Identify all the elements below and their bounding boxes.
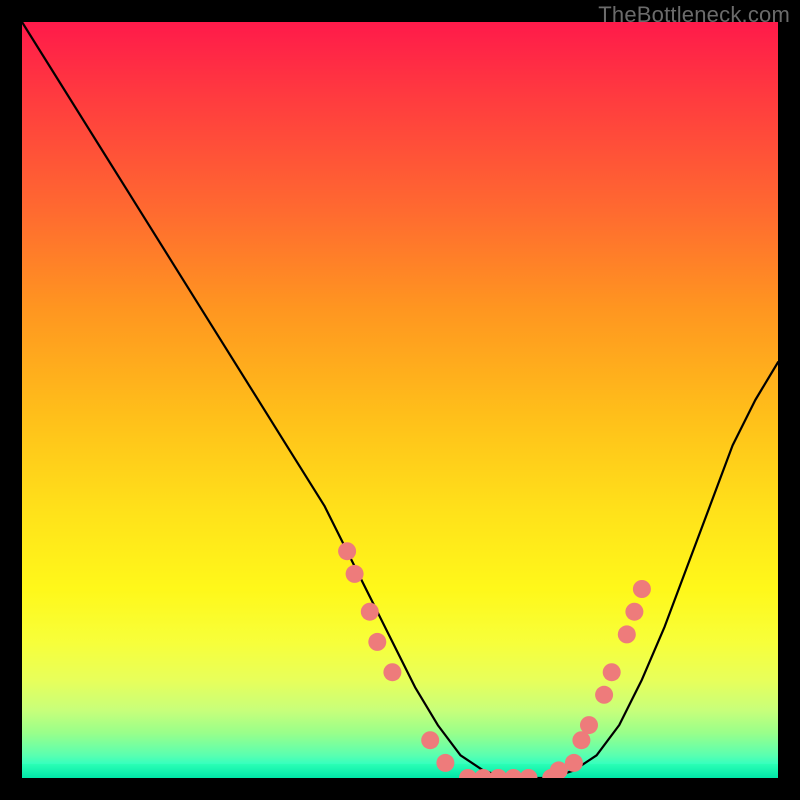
attribution-text: TheBottleneck.com bbox=[598, 2, 790, 28]
marker-dot bbox=[580, 716, 598, 734]
marker-dot bbox=[633, 580, 651, 598]
marker-dot bbox=[603, 663, 621, 681]
marker-dot bbox=[346, 565, 364, 583]
marker-dot bbox=[625, 603, 643, 621]
marker-dot bbox=[565, 754, 583, 772]
bottleneck-curve-path bbox=[22, 22, 778, 778]
marker-dot-group bbox=[338, 542, 651, 778]
marker-dot bbox=[459, 769, 477, 778]
marker-dot bbox=[368, 633, 386, 651]
marker-dot bbox=[338, 542, 356, 560]
marker-dot bbox=[421, 731, 439, 749]
marker-dot bbox=[436, 754, 454, 772]
curve-group bbox=[22, 22, 778, 778]
bottleneck-curve-svg bbox=[22, 22, 778, 778]
marker-dot bbox=[618, 625, 636, 643]
marker-dot bbox=[361, 603, 379, 621]
chart-frame: TheBottleneck.com bbox=[0, 0, 800, 800]
marker-dot bbox=[383, 663, 401, 681]
marker-dot bbox=[520, 769, 538, 778]
plot-area bbox=[22, 22, 778, 778]
marker-dot bbox=[595, 686, 613, 704]
